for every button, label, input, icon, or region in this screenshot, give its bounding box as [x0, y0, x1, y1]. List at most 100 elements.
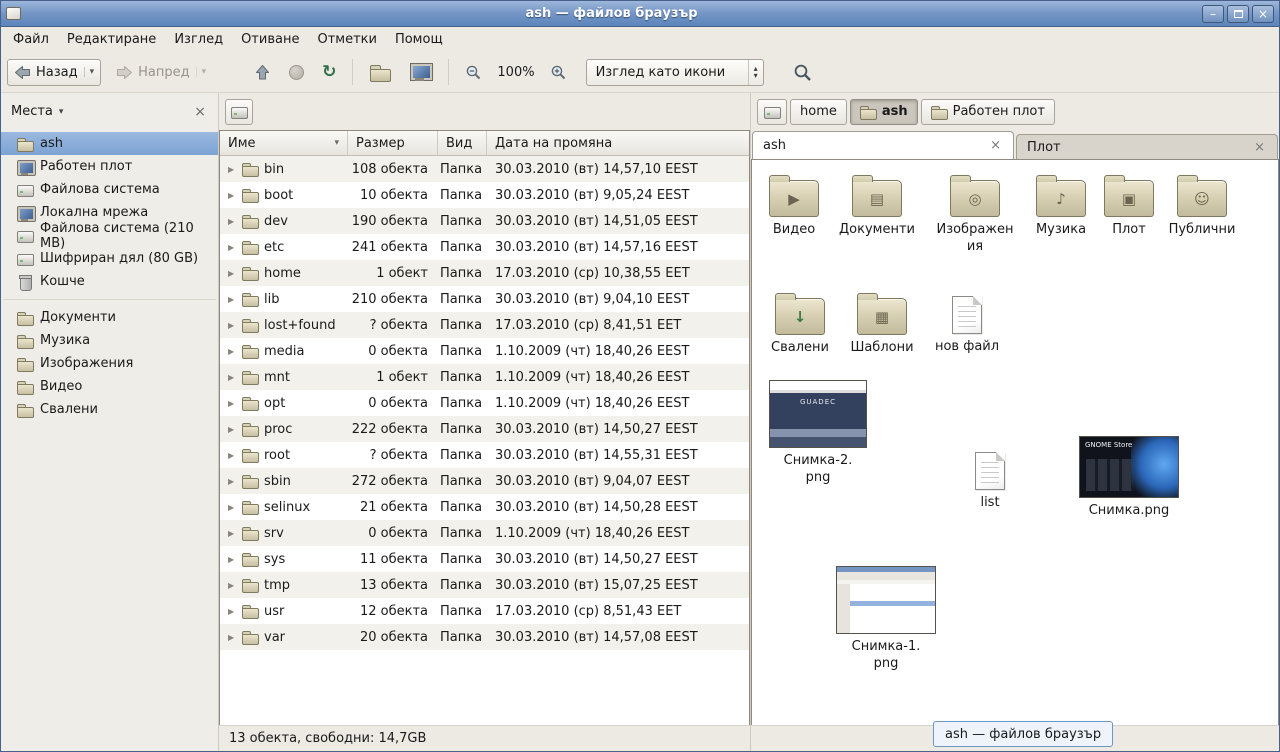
- table-row[interactable]: ▶home1 обектПапка17.03.2010 (ср) 10,38,5…: [220, 260, 749, 286]
- column-header-name[interactable]: Име▾: [220, 131, 348, 155]
- table-row[interactable]: ▶etc241 обектаПапка30.03.2010 (вт) 14,57…: [220, 234, 749, 260]
- root-path-button[interactable]: [757, 99, 787, 125]
- expander-icon[interactable]: ▶: [228, 191, 238, 200]
- sidebar-item-documents[interactable]: Документи: [1, 306, 218, 329]
- file-system-path-button[interactable]: [225, 99, 253, 125]
- tab-close-icon[interactable]: ×: [1252, 140, 1267, 155]
- expander-icon[interactable]: ▶: [228, 503, 238, 512]
- view-mode-select[interactable]: Изглед като икони ▴▾: [586, 59, 764, 86]
- icon-item-snimka-1[interactable]: Снимка-1. png: [834, 566, 938, 673]
- icon-item-templates[interactable]: ▦Шаблони: [840, 292, 924, 357]
- expander-icon[interactable]: ▶: [228, 529, 238, 538]
- sidebar-item-images[interactable]: Изображения: [1, 352, 218, 375]
- expander-icon[interactable]: ▶: [228, 425, 238, 434]
- reload-button[interactable]: ↻: [315, 59, 343, 86]
- expander-icon[interactable]: ▶: [228, 321, 238, 330]
- menu-file[interactable]: Файл: [4, 29, 58, 50]
- table-row[interactable]: ▶sys11 обектаПапка30.03.2010 (вт) 14,50,…: [220, 546, 749, 572]
- table-row[interactable]: ▶sbin272 обектаПапка30.03.2010 (вт) 9,04…: [220, 468, 749, 494]
- table-row[interactable]: ▶proc222 обектаПапка30.03.2010 (вт) 14,5…: [220, 416, 749, 442]
- forward-history-chevron-down-icon[interactable]: ▾: [196, 67, 207, 77]
- icon-item-new-file[interactable]: нов файл: [925, 292, 1009, 356]
- icon-item-desktop[interactable]: ▣Плот: [1087, 174, 1171, 239]
- menu-go[interactable]: Отиване: [232, 29, 308, 50]
- sidebar-item-encrypted-80gb[interactable]: Шифриран дял (80 GB): [1, 247, 218, 270]
- table-row[interactable]: ▶lib210 обектаПапка30.03.2010 (вт) 9,04,…: [220, 286, 749, 312]
- menu-help[interactable]: Помощ: [386, 29, 452, 50]
- tab-plot[interactable]: Плот×: [1016, 134, 1278, 159]
- icon-item-snimka-2[interactable]: GUADECСнимка-2. png: [766, 380, 870, 487]
- menu-edit[interactable]: Редактиране: [58, 29, 165, 50]
- sidebar-item-desktop[interactable]: Работен плот: [1, 155, 218, 178]
- table-row[interactable]: ▶dev190 обектаПапка30.03.2010 (вт) 14,51…: [220, 208, 749, 234]
- path-button-desktop[interactable]: Работен плот: [921, 99, 1055, 125]
- sidebar-item-video[interactable]: Видео: [1, 375, 218, 398]
- icon-view[interactable]: ▶Видео ▤Документи ◎Изображен ия ♪Музика …: [751, 159, 1279, 725]
- sidebar-mode-select[interactable]: Места ▾: [11, 104, 63, 119]
- icon-item-video[interactable]: ▶Видео: [752, 174, 836, 239]
- expander-icon[interactable]: ▶: [228, 633, 238, 642]
- tab-close-icon[interactable]: ×: [988, 138, 1003, 153]
- icon-item-images[interactable]: ◎Изображен ия: [933, 174, 1017, 256]
- table-row[interactable]: ▶var20 обектаПапка30.03.2010 (вт) 14,57,…: [220, 624, 749, 650]
- column-header-type[interactable]: Вид: [438, 131, 487, 155]
- table-row[interactable]: ▶selinux21 обектаПапка30.03.2010 (вт) 14…: [220, 494, 749, 520]
- path-button-home[interactable]: home: [790, 99, 847, 125]
- table-row[interactable]: ▶usr12 обектаПапка17.03.2010 (ср) 8,51,4…: [220, 598, 749, 624]
- expander-icon[interactable]: ▶: [228, 399, 238, 408]
- table-row[interactable]: ▶media0 обектаПапка1.10.2009 (чт) 18,40,…: [220, 338, 749, 364]
- icon-item-public[interactable]: ☺Публични: [1160, 174, 1244, 239]
- sidebar-item-music[interactable]: Музика: [1, 329, 218, 352]
- expander-icon[interactable]: ▶: [228, 243, 238, 252]
- expander-icon[interactable]: ▶: [228, 451, 238, 460]
- icon-item-list[interactable]: list: [948, 448, 1032, 512]
- table-row[interactable]: ▶srv0 обектаПапка1.10.2009 (чт) 18,40,26…: [220, 520, 749, 546]
- expander-icon[interactable]: ▶: [228, 373, 238, 382]
- expander-icon[interactable]: ▶: [228, 477, 238, 486]
- expander-icon[interactable]: ▶: [228, 607, 238, 616]
- zoom-out-button[interactable]: [458, 59, 489, 86]
- list-body[interactable]: ▶bin108 обектаПапка30.03.2010 (вт) 14,57…: [220, 156, 749, 725]
- icon-item-downloads[interactable]: ↓Свалени: [758, 292, 842, 357]
- sidebar-close-button[interactable]: ×: [192, 104, 208, 120]
- expander-icon[interactable]: ▶: [228, 347, 238, 356]
- expander-icon[interactable]: ▶: [228, 217, 238, 226]
- expander-icon[interactable]: ▶: [228, 555, 238, 564]
- zoom-in-button[interactable]: [543, 59, 574, 86]
- menu-view[interactable]: Изглед: [165, 29, 232, 50]
- table-row[interactable]: ▶root? обектаПапка30.03.2010 (вт) 14,55,…: [220, 442, 749, 468]
- sidebar-item-ash[interactable]: ash: [1, 132, 218, 155]
- home-button[interactable]: [362, 58, 398, 86]
- minimize-button[interactable]: –: [1202, 5, 1224, 23]
- column-header-date[interactable]: Дата на промяна: [487, 131, 749, 155]
- sidebar-item-filesystem[interactable]: Файлова система: [1, 178, 218, 201]
- sidebar-item-downloads[interactable]: Свалени: [1, 398, 218, 421]
- icon-item-documents[interactable]: ▤Документи: [835, 174, 919, 239]
- table-row[interactable]: ▶boot10 обектаПапка30.03.2010 (вт) 9,05,…: [220, 182, 749, 208]
- sidebar-item-filesystem-210mb[interactable]: Файлова система (210 MB): [1, 224, 218, 247]
- expander-icon[interactable]: ▶: [228, 165, 238, 174]
- maximize-button[interactable]: [1227, 5, 1249, 23]
- computer-button[interactable]: [402, 58, 439, 86]
- search-button[interactable]: [786, 58, 819, 87]
- back-button[interactable]: Назад ▾: [7, 59, 101, 86]
- forward-button[interactable]: Напред ▾: [109, 59, 213, 86]
- stop-button[interactable]: [282, 60, 311, 85]
- tab-ash[interactable]: ash×: [752, 131, 1014, 159]
- sidebar-item-trash[interactable]: Кошче: [1, 270, 218, 293]
- titlebar[interactable]: ash — файлов браузър – ×: [1, 1, 1279, 27]
- back-history-chevron-down-icon[interactable]: ▾: [84, 67, 95, 77]
- icon-item-snimka[interactable]: GNOME StoreСнимка.png: [1077, 436, 1181, 520]
- table-row[interactable]: ▶tmp13 обектаПапка30.03.2010 (вт) 15,07,…: [220, 572, 749, 598]
- close-button[interactable]: ×: [1252, 5, 1274, 23]
- up-button[interactable]: [247, 59, 278, 86]
- table-row[interactable]: ▶mnt1 обектПапка1.10.2009 (чт) 18,40,26 …: [220, 364, 749, 390]
- menu-bookmarks[interactable]: Отметки: [308, 29, 385, 50]
- expander-icon[interactable]: ▶: [228, 269, 238, 278]
- column-header-size[interactable]: Размер: [348, 131, 438, 155]
- table-row[interactable]: ▶opt0 обектаПапка1.10.2009 (чт) 18,40,26…: [220, 390, 749, 416]
- table-row[interactable]: ▶lost+found? обектаПапка17.03.2010 (ср) …: [220, 312, 749, 338]
- expander-icon[interactable]: ▶: [228, 581, 238, 590]
- path-button-ash[interactable]: ash: [850, 99, 918, 125]
- table-row[interactable]: ▶bin108 обектаПапка30.03.2010 (вт) 14,57…: [220, 156, 749, 182]
